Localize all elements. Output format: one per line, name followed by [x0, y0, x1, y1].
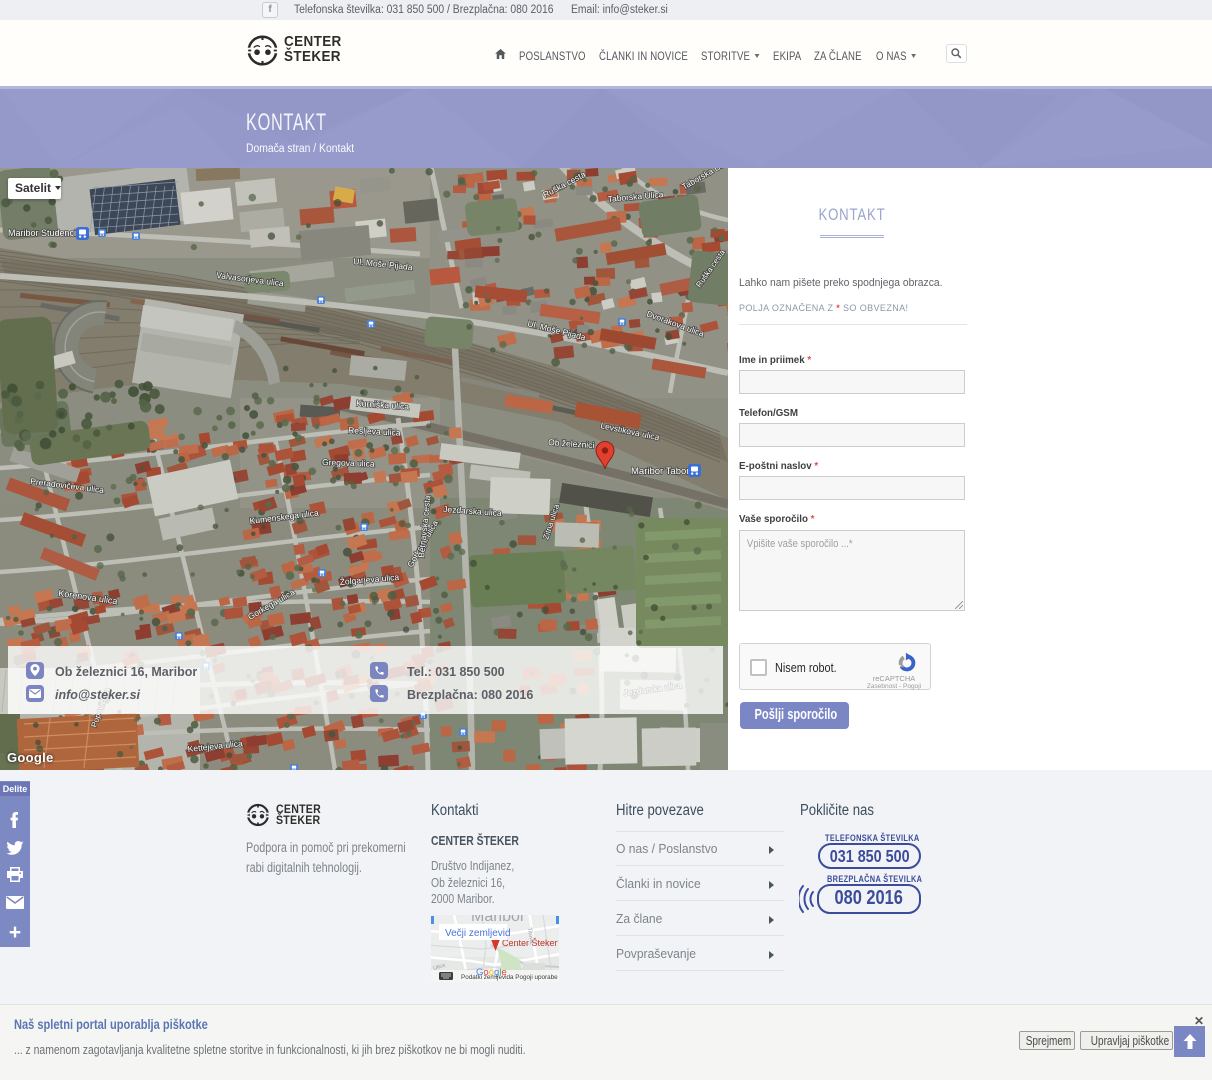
- svg-text:Gregova ulica: Gregova ulica: [322, 457, 375, 469]
- svg-text:Podatki zemljevida Pogoji upo: Podatki zemljevida Pogoji uporabe: [461, 974, 558, 981]
- svg-text:Maribor: Maribor: [471, 915, 526, 925]
- svg-text:Center Šteker: Center Šteker: [502, 938, 558, 948]
- svg-text:Maribor Tabor: Maribor Tabor: [631, 466, 689, 477]
- svg-text:Maribor Studenci: Maribor Studenci: [8, 228, 76, 238]
- svg-text:Večji zemljevid: Večji zemljevid: [445, 928, 511, 939]
